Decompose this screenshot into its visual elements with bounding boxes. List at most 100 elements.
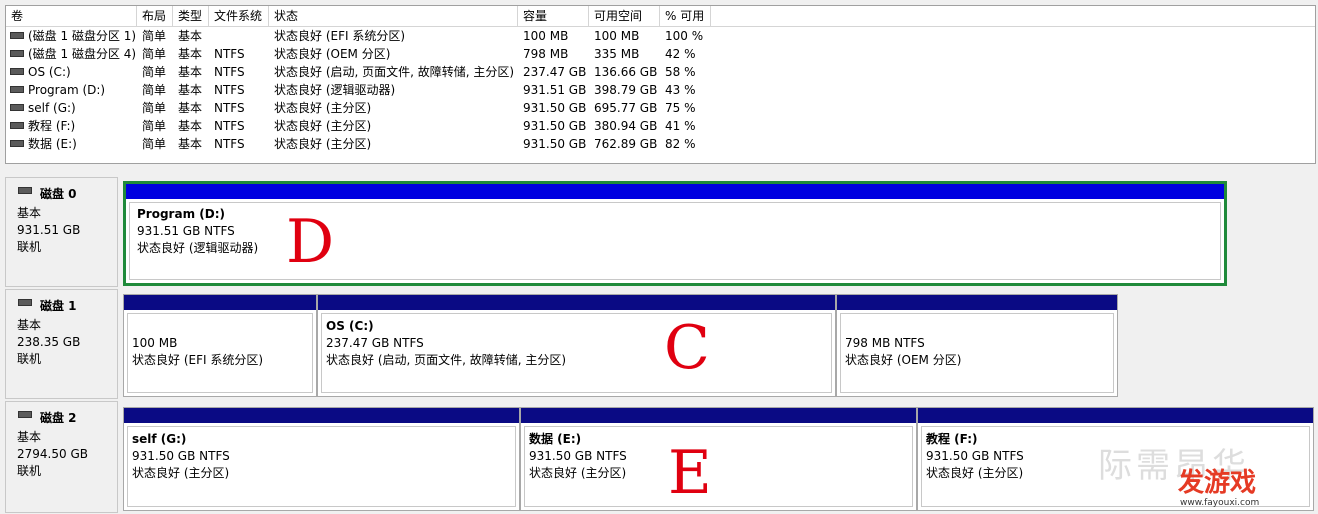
partition-status: 状态良好 (OEM 分区) [845, 353, 962, 367]
partition-efi[interactable]: 100 MB 状态良好 (EFI 系统分区) [123, 294, 317, 397]
volume-type-text: 基本 [178, 101, 203, 115]
disk-label-2[interactable]: 磁盘 2 基本 2794.50 GB 联机 [5, 401, 118, 513]
volume-row[interactable]: (磁盘 1 磁盘分区 1) 简单 基本 状态良好 (EFI 系统分区) 100 MB 10… [6, 27, 1315, 45]
disk-size: 238.35 GB [17, 335, 81, 349]
volume-type-text: 基本 [178, 83, 203, 97]
drive-icon [10, 140, 24, 147]
volume-capacity-text: 931.50 GB [523, 101, 587, 115]
column-header-capacity[interactable]: 容量 [518, 6, 589, 26]
disk-label-1[interactable]: 磁盘 1 基本 238.35 GB 联机 [5, 289, 118, 399]
partition-body: OS (C:) 237.47 GB NTFS 状态良好 (启动, 页面文件, 故… [321, 313, 832, 393]
partition-bar [126, 184, 1224, 199]
volume-free-space-text: 100 MB [594, 29, 640, 43]
volume-filesystem-text: NTFS [214, 137, 245, 151]
volume-status: 状态良好 (启动, 页面文件, 故障转储, 主分区) [274, 63, 518, 81]
volume-name: OS (C:) [10, 63, 137, 81]
volume-row[interactable]: (磁盘 1 磁盘分区 4) 简单 基本 NTFS 状态良好 (OEM 分区) 798 MB… [6, 45, 1315, 63]
disk-size: 2794.50 GB [17, 447, 88, 461]
disk-label-0[interactable]: 磁盘 0 基本 931.51 GB 联机 [5, 177, 118, 287]
partition-size-fs: 237.47 GB NTFS [326, 336, 424, 350]
volume-filesystem-text: NTFS [214, 119, 245, 133]
volume-type: 基本 [178, 45, 209, 63]
volume-type: 基本 [178, 135, 209, 153]
volume-name-text: OS (C:) [28, 65, 71, 79]
volume-layout-text: 简单 [142, 119, 167, 133]
partition-body: 798 MB NTFS 状态良好 (OEM 分区) [840, 313, 1114, 393]
volume-capacity: 931.51 GB [523, 81, 589, 99]
partition-oem[interactable]: 798 MB NTFS 状态良好 (OEM 分区) [836, 294, 1118, 397]
volume-free-space: 136.66 GB [594, 63, 660, 81]
volume-name: 数据 (E:) [10, 135, 137, 153]
volume-free-space: 100 MB [594, 27, 660, 45]
partition-bar [124, 295, 316, 310]
volume-capacity-text: 931.50 GB [523, 119, 587, 133]
drive-icon [10, 104, 24, 111]
volume-free-space: 695.77 GB [594, 99, 660, 117]
column-header-type[interactable]: 类型 [173, 6, 209, 26]
partition-self-g[interactable]: self (G:) 931.50 GB NTFS 状态良好 (主分区) [123, 407, 520, 511]
disk-row-1: 磁盘 1 基本 238.35 GB 联机 100 MB 状态良好 (EFI 系统… [5, 289, 1316, 399]
volume-capacity: 931.50 GB [523, 99, 589, 117]
volume-percent-free: 42 % [665, 45, 711, 63]
partition-body: self (G:) 931.50 GB NTFS 状态良好 (主分区) [127, 426, 516, 507]
column-header-layout[interactable]: 布局 [137, 6, 173, 26]
volume-capacity: 237.47 GB [523, 63, 589, 81]
annotation-e: E [668, 438, 712, 508]
volume-percent-free-text: 82 % [665, 137, 696, 151]
volume-capacity-text: 931.51 GB [523, 83, 587, 97]
volume-list[interactable]: 卷 布局 类型 文件系统 状态 容量 可用空间 % 可用 (磁盘 1 磁盘分区 … [5, 5, 1316, 164]
column-header-volume[interactable]: 卷 [6, 6, 137, 26]
volume-free-space: 398.79 GB [594, 81, 660, 99]
volume-name-text: 教程 (F:) [28, 119, 76, 133]
volume-percent-free: 75 % [665, 99, 711, 117]
watermark-url: www.fayouxi.com [1180, 498, 1260, 508]
column-header-free-space[interactable]: 可用空间 [589, 6, 660, 26]
volume-name: self (G:) [10, 99, 137, 117]
volume-type: 基本 [178, 99, 209, 117]
volume-percent-free-text: 42 % [665, 47, 696, 61]
volume-percent-free-text: 58 % [665, 65, 696, 79]
volume-status-text: 状态良好 (主分区) [274, 101, 372, 115]
volume-row[interactable]: 数据 (E:) 简单 基本 NTFS 状态良好 (主分区) 931.50 GB 762.89… [6, 135, 1315, 153]
partition-status: 状态良好 (EFI 系统分区) [132, 353, 264, 367]
volume-status: 状态良好 (主分区) [274, 117, 518, 135]
volume-status: 状态良好 (EFI 系统分区) [274, 27, 518, 45]
volume-free-space-text: 136.66 GB [594, 65, 658, 79]
volume-layout-text: 简单 [142, 65, 167, 79]
partition-body: 数据 (E:) 931.50 GB NTFS 状态良好 (主分区) [524, 426, 913, 507]
volume-name-text: (磁盘 1 磁盘分区 1) [28, 29, 137, 43]
volume-free-space: 380.94 GB [594, 117, 660, 135]
disk-title: 磁盘 1 [40, 299, 77, 313]
disk-title: 磁盘 0 [40, 187, 77, 201]
column-header-status[interactable]: 状态 [269, 6, 518, 26]
volume-row[interactable]: 教程 (F:) 简单 基本 NTFS 状态良好 (主分区) 931.50 GB 380.94… [6, 117, 1315, 135]
volume-type-text: 基本 [178, 137, 203, 151]
volume-filesystem-text: NTFS [214, 101, 245, 115]
volume-row[interactable]: self (G:) 简单 基本 NTFS 状态良好 (主分区) 931.50 GB 695.… [6, 99, 1315, 117]
partition-name: OS (C:) [326, 319, 374, 333]
volume-name-text: Program (D:) [28, 83, 106, 97]
partition-data-e[interactable]: 数据 (E:) 931.50 GB NTFS 状态良好 (主分区) [520, 407, 917, 511]
partition-bar [318, 295, 835, 310]
volume-filesystem: NTFS [214, 45, 269, 63]
volume-filesystem: NTFS [214, 117, 269, 135]
volume-filesystem-text: NTFS [214, 83, 245, 97]
partition-os-c[interactable]: OS (C:) 237.47 GB NTFS 状态良好 (启动, 页面文件, 故… [317, 294, 836, 397]
column-header-percent-free[interactable]: % 可用 [660, 6, 711, 26]
volume-status-text: 状态良好 (逻辑驱动器) [274, 83, 396, 97]
volume-capacity-text: 237.47 GB [523, 65, 587, 79]
partition-size-fs: 798 MB NTFS [845, 336, 925, 350]
volume-layout: 简单 [142, 117, 173, 135]
drive-icon [10, 86, 24, 93]
volume-capacity-text: 931.50 GB [523, 137, 587, 151]
volume-row[interactable]: Program (D:) 简单 基本 NTFS 状态良好 (逻辑驱动器) 931.51 G… [6, 81, 1315, 99]
volume-status: 状态良好 (OEM 分区) [274, 45, 518, 63]
volume-filesystem-text: NTFS [214, 65, 245, 79]
volume-percent-free-text: 100 % [665, 29, 704, 43]
volume-type-text: 基本 [178, 65, 203, 79]
volume-status-text: 状态良好 (主分区) [274, 137, 372, 151]
volume-name: Program (D:) [10, 81, 137, 99]
volume-free-space: 335 MB [594, 45, 660, 63]
column-header-filesystem[interactable]: 文件系统 [209, 6, 269, 26]
volume-row[interactable]: OS (C:) 简单 基本 NTFS 状态良好 (启动, 页面文件, 故障转储, 主分区… [6, 63, 1315, 81]
